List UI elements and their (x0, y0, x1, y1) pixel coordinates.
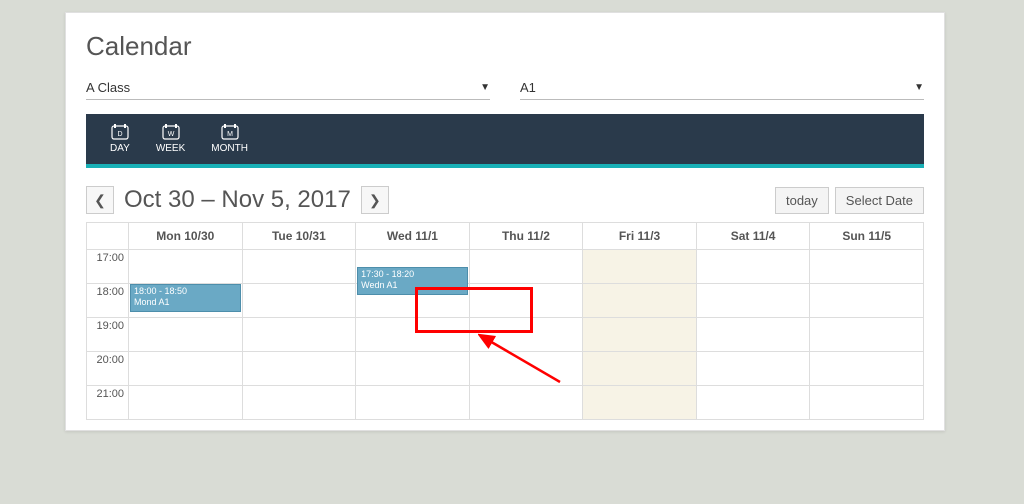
calendar-cell[interactable] (810, 386, 924, 420)
day-header: Wed 11/1 (356, 223, 470, 250)
group-select-value: A1 (520, 80, 536, 95)
calendar-cell[interactable] (810, 284, 924, 318)
view-day-label: DAY (110, 143, 130, 154)
class-select-value: A Class (86, 80, 130, 95)
calendar-cell[interactable] (242, 386, 356, 420)
day-header: Thu 11/2 (469, 223, 583, 250)
calendar-cell[interactable] (242, 318, 356, 352)
calendar-cell[interactable] (469, 352, 583, 386)
calendar-cell[interactable] (696, 386, 810, 420)
calendar-week-icon: W (162, 124, 180, 140)
view-toolbar: D DAY W WEEK M MONTH (86, 114, 924, 168)
calendar-month-icon: M (221, 124, 239, 140)
calendar-cell[interactable] (469, 284, 583, 318)
calendar-cell[interactable] (129, 352, 243, 386)
calendar-cell[interactable] (242, 352, 356, 386)
calendar-cell[interactable] (583, 284, 697, 318)
calendar-card: Calendar A Class ▼ A1 ▼ D DAY W WEEK M M… (65, 12, 945, 431)
prev-button[interactable]: ❮ (86, 186, 114, 214)
calendar-cell[interactable] (696, 352, 810, 386)
calendar-cell[interactable] (696, 318, 810, 352)
view-month-button[interactable]: M MONTH (211, 124, 248, 164)
calendar-cell[interactable]: 18:00 - 18:50 Mond A1 (129, 284, 243, 318)
calendar-cell[interactable] (469, 386, 583, 420)
filter-row: A Class ▼ A1 ▼ (86, 76, 924, 100)
time-label: 17:00 (87, 250, 129, 284)
day-header: Tue 10/31 (242, 223, 356, 250)
calendar-cell[interactable] (583, 318, 697, 352)
event-time: 18:00 - 18:50 (134, 286, 237, 297)
day-header: Sat 11/4 (696, 223, 810, 250)
calendar-day-icon: D (111, 124, 129, 140)
day-header: Mon 10/30 (129, 223, 243, 250)
svg-text:M: M (227, 131, 233, 138)
calendar-cell[interactable] (129, 386, 243, 420)
calendar-cell[interactable] (129, 250, 243, 284)
event-mon[interactable]: 18:00 - 18:50 Mond A1 (130, 284, 241, 312)
calendar-cell[interactable] (469, 250, 583, 284)
date-range: Oct 30 – Nov 5, 2017 (124, 186, 351, 214)
view-day-button[interactable]: D DAY (110, 124, 130, 164)
calendar-cell[interactable] (810, 318, 924, 352)
nav-row: ❮ Oct 30 – Nov 5, 2017 ❯ today Select Da… (86, 186, 924, 214)
view-month-label: MONTH (211, 143, 248, 154)
time-label: 20:00 (87, 352, 129, 386)
class-select[interactable]: A Class ▼ (86, 76, 490, 100)
next-button[interactable]: ❯ (361, 186, 389, 214)
view-week-label: WEEK (156, 143, 185, 154)
calendar-cell[interactable] (242, 250, 356, 284)
svg-text:D: D (117, 131, 122, 138)
event-name: Mond A1 (134, 297, 237, 308)
calendar-cell[interactable] (242, 284, 356, 318)
calendar-grid: Mon 10/30 Tue 10/31 Wed 11/1 Thu 11/2 Fr… (86, 222, 924, 420)
time-label: 21:00 (87, 386, 129, 420)
calendar-cell[interactable] (810, 250, 924, 284)
calendar-cell[interactable]: 17:30 - 18:20 Wedn A1 (356, 250, 470, 284)
calendar-cell[interactable] (583, 386, 697, 420)
calendar-cell[interactable] (696, 284, 810, 318)
calendar-cell[interactable] (129, 318, 243, 352)
calendar-cell[interactable] (810, 352, 924, 386)
select-date-button[interactable]: Select Date (835, 187, 924, 214)
view-week-button[interactable]: W WEEK (156, 124, 185, 167)
today-button[interactable]: today (775, 187, 829, 214)
time-label: 18:00 (87, 284, 129, 318)
group-select[interactable]: A1 ▼ (520, 76, 924, 100)
time-label: 19:00 (87, 318, 129, 352)
day-header: Sun 11/5 (810, 223, 924, 250)
calendar-cell[interactable] (356, 318, 470, 352)
time-header (87, 223, 129, 250)
event-time: 17:30 - 18:20 (361, 269, 464, 280)
calendar-cell[interactable] (469, 318, 583, 352)
calendar-cell[interactable] (356, 284, 470, 318)
calendar-cell[interactable] (583, 352, 697, 386)
day-header: Fri 11/3 (583, 223, 697, 250)
calendar-cell[interactable] (356, 352, 470, 386)
calendar-cell[interactable] (356, 386, 470, 420)
chevron-down-icon: ▼ (480, 82, 490, 93)
calendar-cell[interactable] (583, 250, 697, 284)
chevron-down-icon: ▼ (914, 82, 924, 93)
svg-text:W: W (167, 131, 174, 138)
calendar-cell[interactable] (696, 250, 810, 284)
page-title: Calendar (86, 31, 924, 62)
